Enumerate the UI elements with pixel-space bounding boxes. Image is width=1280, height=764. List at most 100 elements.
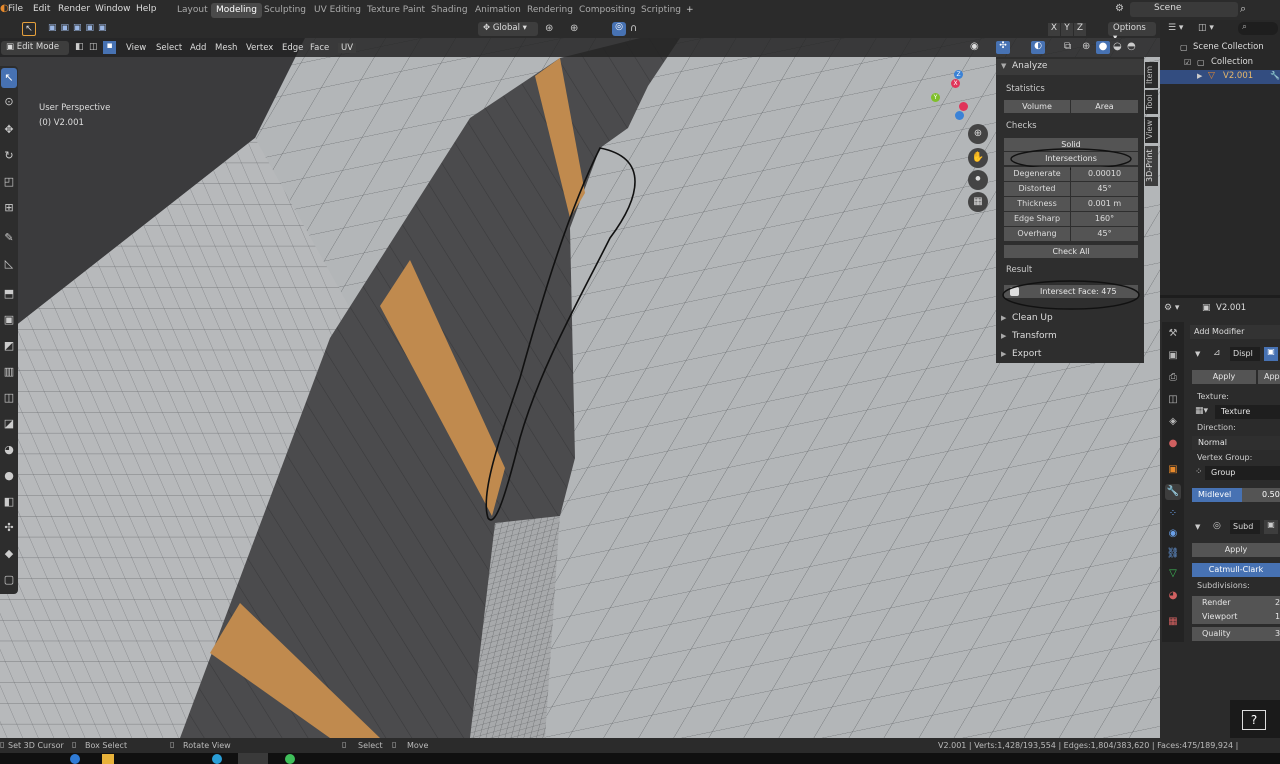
vertex-select-icon[interactable]: ◧ xyxy=(75,42,84,52)
texture-field[interactable]: Texture xyxy=(1215,405,1280,419)
tab-modeling[interactable]: Modeling xyxy=(211,3,262,18)
tab-item[interactable]: Item xyxy=(1145,62,1158,88)
view-layer-tab-icon[interactable]: ◫ xyxy=(1165,392,1181,408)
texture-preview-icon[interactable]: ▦▾ xyxy=(1195,406,1208,416)
smooth-tool-icon[interactable]: ● xyxy=(1,466,17,486)
menu-edit[interactable]: Edit xyxy=(33,4,50,14)
check-value[interactable]: 160° xyxy=(1071,212,1138,226)
scene-collection-label[interactable]: Scene Collection xyxy=(1193,42,1264,52)
gizmo-neg-z-dot[interactable] xyxy=(955,111,964,120)
viewport-levels-field[interactable]: Viewport 1 xyxy=(1192,610,1280,624)
help-button[interactable]: ? xyxy=(1242,710,1266,730)
modifier-tab-icon[interactable]: 🔧 xyxy=(1165,484,1181,500)
shrink-tool-icon[interactable]: ✣ xyxy=(1,518,17,538)
bevel-tool-icon[interactable]: ◩ xyxy=(1,336,17,356)
menu-select[interactable]: Select xyxy=(156,43,182,53)
object-tab-icon[interactable]: ▣ xyxy=(1165,462,1181,478)
search-icon[interactable]: ⌕ xyxy=(1240,2,1246,16)
mirror-x-button[interactable]: X xyxy=(1048,23,1060,36)
measure-tool-icon[interactable]: ◺ xyxy=(1,254,17,274)
xray-icon[interactable]: ⧉ xyxy=(1064,41,1071,52)
editor-type-icon[interactable]: ☰ ▾ xyxy=(1168,23,1183,33)
mod2-apply-button[interactable]: Apply xyxy=(1192,543,1280,557)
menu-window[interactable]: Window xyxy=(95,4,131,14)
add-modifier-button[interactable]: Add Modifier xyxy=(1190,325,1280,339)
check-row-thickness[interactable]: Thickness 0.001 m xyxy=(1004,197,1138,211)
check-value[interactable]: 0.00010 xyxy=(1071,167,1138,181)
spin-tool-icon[interactable]: ◕ xyxy=(1,440,17,460)
gizmo-toggle-icon[interactable]: ✣ xyxy=(996,41,1010,54)
camera-icon[interactable]: ⚫ xyxy=(968,170,988,190)
select-mode-icons[interactable]: ▣▣▣▣▣ xyxy=(48,23,111,33)
perspective-grid-icon[interactable]: ▦ xyxy=(968,192,988,212)
check-row-edge-sharp[interactable]: Edge Sharp 160° xyxy=(1004,212,1138,226)
tab-view[interactable]: View xyxy=(1145,117,1158,143)
tab-rendering[interactable]: Rendering xyxy=(522,3,578,18)
scene-tab-icon[interactable]: ◈ xyxy=(1165,414,1181,430)
edge-slide-tool-icon[interactable]: ◧ xyxy=(1,492,17,512)
loop-cut-tool-icon[interactable]: ▥ xyxy=(1,362,17,382)
check-value[interactable]: 45° xyxy=(1071,182,1138,196)
outliner-object-row[interactable] xyxy=(1160,70,1280,84)
pivot-icon[interactable]: ⊛ xyxy=(545,23,553,34)
3d-viewport[interactable]: User Perspective (0) V2.001 Z Y X ⊕ ✋ ⚫ … xyxy=(0,38,1160,738)
quality-field[interactable]: Quality 3 xyxy=(1192,627,1280,641)
face-select-icon[interactable]: ▪ xyxy=(103,41,116,54)
props-editor-type-icon[interactable]: ⚙ ▾ xyxy=(1164,303,1179,313)
menu-view[interactable]: View xyxy=(126,43,146,53)
mod2-name-field[interactable]: Subd xyxy=(1230,520,1260,534)
menu-face[interactable]: Face xyxy=(310,43,329,53)
menu-help[interactable]: Help xyxy=(136,4,157,14)
add-workspace-button[interactable]: + xyxy=(681,3,699,18)
scene-selector[interactable]: Scene xyxy=(1130,2,1238,17)
texture-tab-icon[interactable]: ▦ xyxy=(1165,614,1181,630)
mirror-y-button[interactable]: Y xyxy=(1061,23,1073,36)
rotate-tool-icon[interactable]: ↻ xyxy=(1,146,17,166)
mirror-z-button[interactable]: Z xyxy=(1074,23,1086,36)
mod2-collapse-arrow-icon[interactable]: ▼ xyxy=(1195,523,1200,531)
scale-tool-icon[interactable]: ◰ xyxy=(1,172,17,192)
menu-edge[interactable]: Edge xyxy=(282,43,303,53)
mod1-name-field[interactable]: Displ xyxy=(1230,347,1260,361)
tool-tab-icon[interactable]: ⚒ xyxy=(1165,326,1181,342)
check-row-distorted[interactable]: Distorted 45° xyxy=(1004,182,1138,196)
edge-select-icon[interactable]: ◫ xyxy=(89,42,98,52)
vertex-group-field[interactable]: Group xyxy=(1205,466,1280,480)
mod1-collapse-arrow-icon[interactable]: ▼ xyxy=(1195,350,1200,358)
knife-tool-icon[interactable]: ◫ xyxy=(1,388,17,408)
menu-vertex[interactable]: Vertex xyxy=(246,43,273,53)
zoom-icon[interactable]: ⊕ xyxy=(968,124,988,144)
move-tool-icon[interactable]: ✥ xyxy=(1,120,17,140)
tab-3d-print[interactable]: 3D-Print xyxy=(1145,146,1158,186)
check-row-overhang[interactable]: Overhang 45° xyxy=(1004,227,1138,241)
tab-shading[interactable]: Shading xyxy=(426,3,473,18)
check-row-degenerate[interactable]: Degenerate 0.00010 xyxy=(1004,167,1138,181)
render-tab-icon[interactable]: ▣ xyxy=(1165,348,1181,364)
falloff-icon[interactable]: ∩ xyxy=(630,23,637,34)
gizmo-x-axis[interactable]: X xyxy=(951,79,960,88)
shading-solid-icon[interactable]: ● xyxy=(1096,41,1110,54)
data-tab-icon[interactable]: ▽ xyxy=(1165,566,1181,582)
shading-wire-icon[interactable]: ⊕ xyxy=(1082,41,1090,52)
physics-tab-icon[interactable]: ◉ xyxy=(1165,526,1181,542)
render-levels-field[interactable]: Render 2 xyxy=(1192,596,1280,610)
transform-tool-icon[interactable]: ⊞ xyxy=(1,198,17,218)
snap-icon[interactable]: ⊕ xyxy=(570,23,578,34)
mod2-realtime-icon[interactable]: ▣ xyxy=(1264,520,1278,534)
cursor-tool-icon[interactable]: ↖ xyxy=(22,22,36,36)
shear-tool-icon[interactable]: ◆ xyxy=(1,544,17,564)
menu-uv[interactable]: UV xyxy=(338,43,357,53)
output-tab-icon[interactable]: ⎙ xyxy=(1165,370,1181,386)
tab-uv-editing[interactable]: UV Editing xyxy=(309,3,366,18)
mod1-realtime-icon[interactable]: ▣ xyxy=(1264,347,1278,361)
menu-add[interactable]: Add xyxy=(190,43,206,53)
tab-compositing[interactable]: Compositing xyxy=(574,3,640,18)
taskbar-blender-icon[interactable] xyxy=(238,753,268,764)
tab-scripting[interactable]: Scripting xyxy=(636,3,686,18)
material-tab-icon[interactable]: ◕ xyxy=(1165,588,1181,604)
tab-texture-paint[interactable]: Texture Paint xyxy=(362,3,430,18)
gizmo-neg-x-dot[interactable] xyxy=(959,102,968,111)
check-value[interactable]: 45° xyxy=(1071,227,1138,241)
menu-mesh[interactable]: Mesh xyxy=(215,43,237,53)
taskbar-app-icon[interactable] xyxy=(212,754,222,764)
